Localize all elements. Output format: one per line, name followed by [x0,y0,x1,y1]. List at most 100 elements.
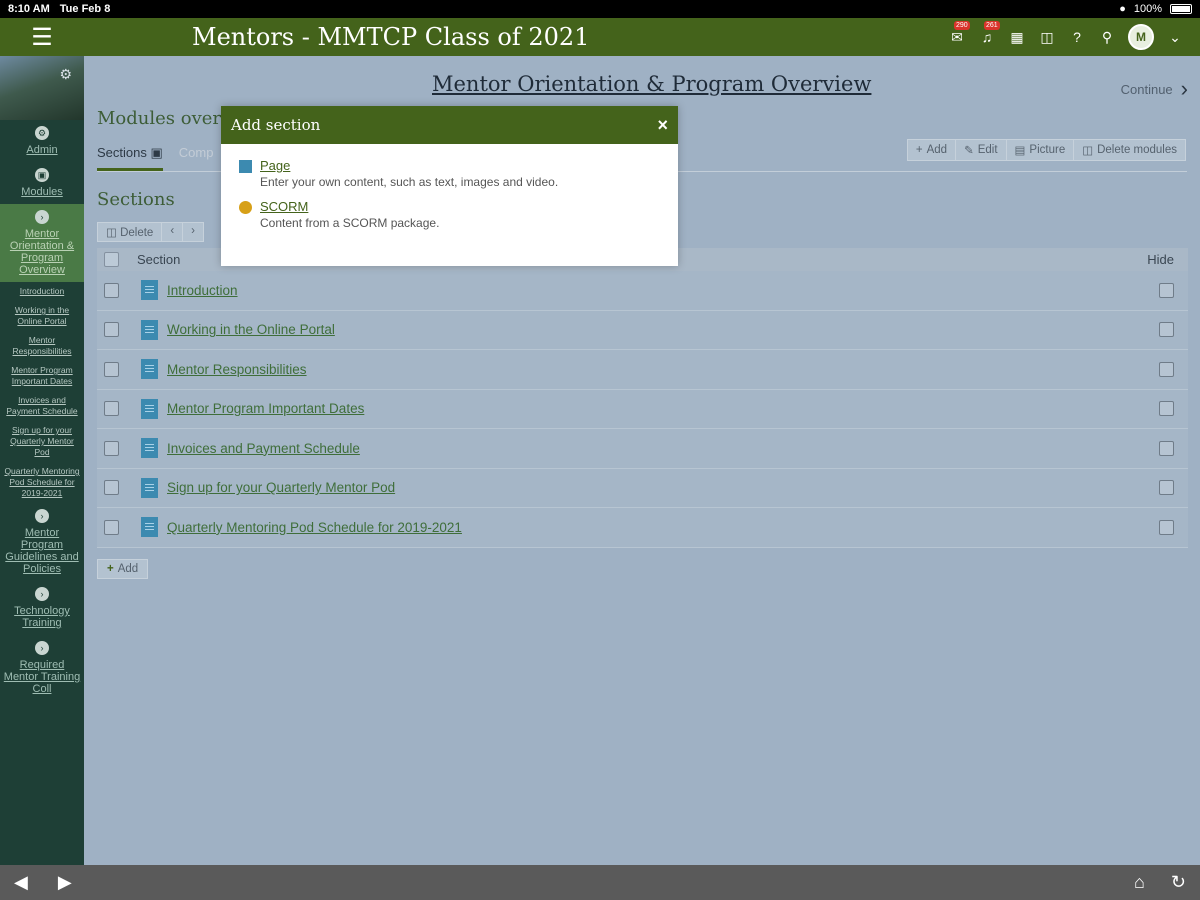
button-label: Picture [1029,144,1066,156]
calendar-icon[interactable]: ▦ [1008,28,1026,46]
tab-completion[interactable]: Comp [179,142,214,171]
sidebar-item-technology-training[interactable]: › Technology Training [0,581,84,635]
chevron-right-icon: › [191,225,196,237]
sidebar-item-guidelines[interactable]: › Mentor Program Guidelines and Policies [0,503,84,581]
header-actions: ✉ 290 ♫ 261 ▦ ◫ ? ⚲ M ⌄ [948,21,1200,50]
app-header: ☰ Mentors - MMTCP Class of 2021 ✉ 290 ♫ 26… [0,18,1200,56]
forward-icon[interactable]: ▶ [58,872,72,893]
option-scorm-link[interactable]: SCORM [260,199,439,214]
gear-icon[interactable]: ⚙ [59,66,72,83]
select-all-checkbox[interactable] [104,252,119,267]
sidebar-item-admin[interactable]: ⚙ Admin [0,120,84,162]
document-icon [141,319,158,340]
trash-icon: ◫ [1082,145,1094,157]
modules-heading: Modules overv [97,108,232,129]
close-icon[interactable]: × [657,115,668,136]
table-row: Quarterly Mentoring Pod Schedule for 201… [97,508,1188,548]
plus-icon: + [915,144,923,156]
table-row: Sign up for your Quarterly Mentor Pod [97,468,1188,508]
sidebar-item-modules[interactable]: ▣ Modules [0,162,84,204]
sidebar-subitem[interactable]: Sign up for your Quarterly Mentor Pod [0,421,84,462]
book-icon: ▣ [150,145,163,160]
image-icon: ▤ [1014,145,1026,157]
search-icon[interactable]: ⚲ [1098,28,1116,46]
sidebar-subitem[interactable]: Introduction [0,282,84,301]
delete-modules-button[interactable]: ◫ Delete modules [1073,139,1186,161]
option-page-description: Enter your own content, such as text, im… [260,175,559,189]
row-checkbox[interactable] [104,282,119,298]
add-section-button[interactable]: + Add [97,559,149,579]
move-right-button[interactable]: › [182,222,205,242]
wifi-icon: ● [1119,3,1126,15]
section-link[interactable]: Invoices and Payment Schedule [167,441,360,456]
table-row: Working in the Online Portal [97,310,1188,350]
dialog-header: Add section × [221,106,678,144]
row-checkbox[interactable] [104,361,119,377]
mail-icon[interactable]: ✉ 290 [948,21,970,46]
chevron-left-icon: ‹ [170,225,175,237]
sidebar-item-label: Admin [26,144,58,156]
button-label: Add [926,144,948,156]
trash-icon[interactable]: ◫ [1038,28,1056,46]
hide-checkbox[interactable] [1158,282,1174,298]
section-link[interactable]: Mentor Responsibilities [167,362,307,377]
status-time: 8:10 AM [8,3,50,15]
hide-checkbox[interactable] [1158,480,1174,496]
sidebar-subitem[interactable]: Quarterly Mentoring Pod Schedule for 201… [0,462,84,503]
back-icon[interactable]: ◀ [14,872,28,893]
section-link[interactable]: Introduction [167,283,238,298]
row-checkbox[interactable] [104,440,119,456]
add-module-button[interactable]: + Add [906,139,957,161]
bell-icon[interactable]: ♫ 261 [978,21,1000,46]
table-row: Mentor Responsibilities [97,350,1188,390]
section-link[interactable]: Quarterly Mentoring Pod Schedule for 201… [167,520,462,535]
move-left-button[interactable]: ‹ [161,222,184,242]
continue-button[interactable]: Continue › [1121,76,1188,102]
option-page-link[interactable]: Page [260,158,558,173]
sidebar-subitem[interactable]: Working in the Online Portal [0,301,84,331]
tab-sections[interactable]: Sections ▣ [97,142,163,171]
gear-icon: ⚙ [35,126,49,140]
hide-checkbox[interactable] [1158,440,1174,456]
row-checkbox[interactable] [104,401,119,417]
edit-module-button[interactable]: ✎ Edit [955,139,1007,161]
sidebar-subitem[interactable]: Invoices and Payment Schedule [0,391,84,421]
hide-checkbox[interactable] [1158,401,1174,417]
refresh-icon[interactable]: ↻ [1171,872,1186,893]
dialog-title: Add section [231,116,321,134]
row-checkbox[interactable] [104,322,119,338]
chevron-down-icon[interactable]: ⌄ [1166,28,1184,46]
sidebar-item-label: Mentor Orientation & Program Overview [9,228,75,276]
hide-checkbox[interactable] [1158,322,1174,338]
chevron-right-icon: › [35,587,49,601]
sidebar-subitem[interactable]: Mentor Program Important Dates [0,361,84,391]
section-link[interactable]: Working in the Online Portal [167,322,335,337]
sidebar-item-required-training[interactable]: › Required Mentor Training Coll [0,635,84,701]
page-icon [239,160,252,173]
battery-level: 100% [1133,3,1162,15]
table-row: Introduction [97,271,1188,311]
add-section-dialog: Add section × Page Enter your own conten… [221,106,678,266]
column-header-section: Section [137,252,181,267]
row-checkbox[interactable] [104,519,119,535]
home-icon[interactable]: ⌂ [1134,872,1145,893]
page-title[interactable]: Mentor Orientation & Program Overview [432,72,871,96]
option-scorm-description: Content from a SCORM package. [260,216,440,230]
section-link[interactable]: Sign up for your Quarterly Mentor Pod [167,480,395,495]
chevron-right-icon: › [1180,76,1188,101]
battery-icon [1170,4,1192,14]
chevron-right-icon: › [35,641,49,655]
avatar[interactable]: M [1128,24,1154,50]
help-icon[interactable]: ? [1068,28,1086,46]
sidebar-subitem[interactable]: Mentor Responsibilities [0,331,84,361]
menu-icon[interactable]: ☰ [0,23,84,52]
picture-button[interactable]: ▤ Picture [1005,139,1075,161]
section-link[interactable]: Mentor Program Important Dates [167,401,364,416]
sidebar-item-mentor-orientation[interactable]: › Mentor Orientation & Program Overview [0,204,84,282]
hide-checkbox[interactable] [1158,519,1174,535]
sidebar: ⚙ ⚙ Admin ▣ Modules › Mentor Orientation… [0,56,84,865]
hide-checkbox[interactable] [1158,361,1174,377]
document-icon [141,359,158,380]
delete-button[interactable]: ◫ Delete [97,222,163,242]
row-checkbox[interactable] [104,480,119,496]
